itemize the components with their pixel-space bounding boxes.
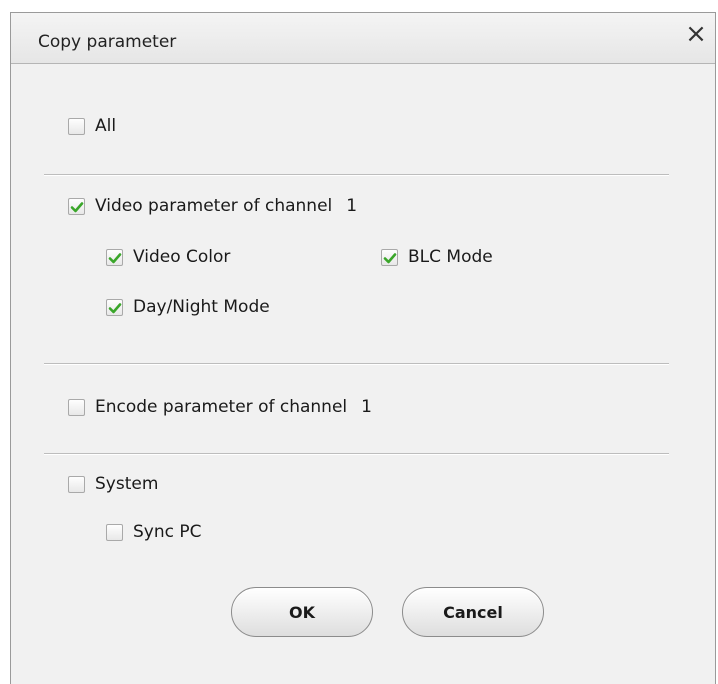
checkbox-system[interactable] — [68, 475, 85, 493]
checkbox-row-encode-parameter[interactable]: Encode parameter of channel 1 — [68, 397, 372, 417]
check-icon — [108, 302, 122, 313]
checkbox-all[interactable] — [68, 117, 85, 135]
separator — [44, 453, 669, 455]
copy-parameter-dialog: Copy parameter × — [10, 12, 716, 684]
checkbox-row-video-color[interactable]: Video Color — [106, 247, 230, 267]
checkbox-row-video-parameter[interactable]: Video parameter of channel 1 — [68, 196, 357, 216]
checkbox-blc-mode[interactable] — [381, 248, 398, 266]
checkbox-row-day-night-mode[interactable]: Day/Night Mode — [106, 297, 270, 317]
separator — [44, 174, 669, 176]
separator — [44, 363, 669, 365]
checkbox-row-sync-pc[interactable]: Sync PC — [106, 522, 202, 542]
check-icon — [108, 252, 122, 263]
video-channel-number: 1 — [346, 196, 358, 216]
label-day-night-mode: Day/Night Mode — [133, 297, 270, 317]
dialog-title: Copy parameter — [38, 32, 177, 52]
ok-button[interactable]: OK — [231, 587, 373, 637]
label-encode-parameter: Encode parameter of channel — [95, 397, 348, 417]
checkbox-row-all[interactable]: All — [68, 116, 116, 136]
label-all: All — [95, 116, 117, 136]
check-icon — [383, 252, 397, 263]
checkbox-encode-parameter[interactable] — [68, 398, 85, 416]
label-blc-mode: BLC Mode — [408, 247, 493, 267]
checkbox-video-color[interactable] — [106, 248, 123, 266]
checkbox-day-night-mode[interactable] — [106, 298, 123, 316]
encode-channel-number: 1 — [361, 397, 372, 417]
label-video-parameter: Video parameter of channel — [95, 196, 333, 216]
label-video-color: Video Color — [133, 247, 231, 267]
cancel-button[interactable]: Cancel — [402, 587, 544, 637]
check-icon — [70, 201, 84, 212]
dialog-titlebar: Copy parameter × — [11, 13, 715, 64]
checkbox-row-blc-mode[interactable]: BLC Mode — [381, 247, 493, 267]
checkbox-video-parameter[interactable] — [68, 197, 85, 215]
label-system: System — [95, 474, 159, 494]
label-sync-pc: Sync PC — [133, 522, 202, 542]
checkbox-row-system[interactable]: System — [68, 474, 158, 494]
close-icon[interactable]: × — [683, 21, 709, 47]
checkbox-sync-pc[interactable] — [106, 523, 123, 541]
